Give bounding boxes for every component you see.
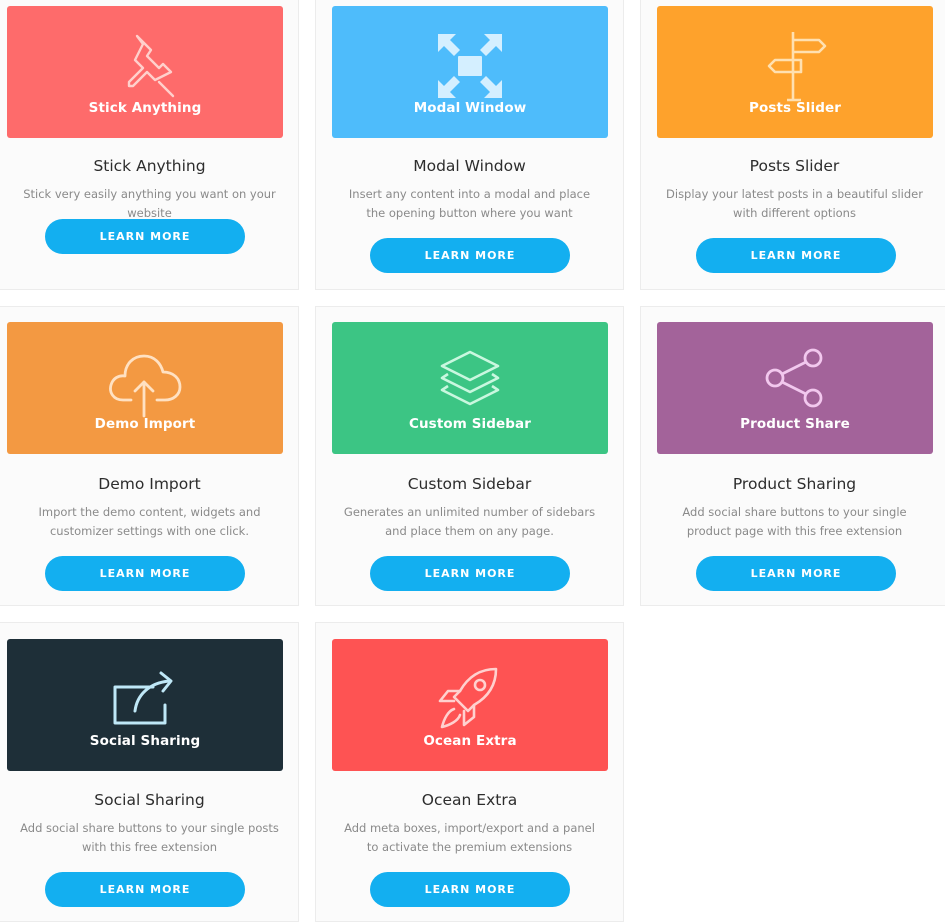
- extension-card-social-sharing: Social Sharing Social Sharing Add social…: [0, 622, 299, 922]
- card-description: Add social share buttons to your single …: [682, 505, 907, 538]
- card-title: Custom Sidebar: [407, 475, 532, 493]
- layers-icon: [440, 350, 500, 406]
- card-banner[interactable]: Custom Sidebar: [332, 322, 608, 454]
- extension-card-modal-window: Modal Window Modal Window Insert any con…: [315, 0, 624, 290]
- card-description: Insert any content into a modal and plac…: [348, 187, 591, 220]
- signpost-icon: [767, 32, 827, 102]
- card-title: Modal Window: [413, 157, 526, 175]
- card-title: Stick Anything: [93, 157, 206, 175]
- extension-card-product-sharing: Product Share Product Sharing Add social…: [640, 306, 945, 606]
- card-title: Demo Import: [98, 475, 201, 493]
- pushpin-icon: [127, 34, 175, 98]
- extension-card-custom-sidebar: Custom Sidebar Custom Sidebar Generates …: [315, 306, 624, 606]
- learn-more-button[interactable]: LEARN MORE: [45, 219, 245, 254]
- card-banner[interactable]: Ocean Extra: [332, 639, 608, 771]
- card-description: Display your latest posts in a beautiful…: [666, 187, 923, 220]
- card-banner[interactable]: Stick Anything: [7, 6, 283, 138]
- learn-more-button[interactable]: LEARN MORE: [370, 556, 570, 591]
- extension-card-posts-slider: Posts Slider Posts Slider Display your l…: [640, 0, 945, 290]
- banner-label: Modal Window: [413, 100, 527, 116]
- card-title: Ocean Extra: [421, 791, 518, 809]
- learn-more-button[interactable]: LEARN MORE: [45, 556, 245, 591]
- cloud-upload-icon: [109, 354, 182, 418]
- learn-more-button[interactable]: LEARN MORE: [696, 238, 896, 273]
- banner-label: Ocean Extra: [423, 733, 517, 749]
- banner-label: Posts Slider: [748, 100, 842, 116]
- share-nodes-icon: [765, 348, 823, 408]
- card-description: Add social share buttons to your single …: [20, 821, 279, 854]
- card-title: Product Sharing: [732, 475, 857, 493]
- learn-more-button[interactable]: LEARN MORE: [696, 556, 896, 591]
- card-banner[interactable]: Social Sharing: [7, 639, 283, 771]
- learn-more-button[interactable]: LEARN MORE: [370, 238, 570, 273]
- share-arrow-icon: [113, 671, 173, 725]
- card-description: Add meta boxes, import/export and a pane…: [344, 821, 595, 854]
- extension-card-demo-import: Demo Import Demo Import Import the demo …: [0, 306, 299, 606]
- rocket-icon: [438, 667, 498, 729]
- extension-card-stick-anything: Stick Anything Stick Anything Stick very…: [0, 0, 299, 290]
- card-banner[interactable]: Demo Import: [7, 322, 283, 454]
- card-title: Social Sharing: [94, 791, 205, 809]
- card-banner[interactable]: Modal Window: [332, 6, 608, 138]
- card-description: Generates an unlimited number of sidebar…: [343, 505, 596, 538]
- banner-label: Demo Import: [94, 416, 196, 432]
- card-banner[interactable]: Posts Slider: [657, 6, 933, 138]
- banner-label: Social Sharing: [89, 733, 201, 749]
- expand-arrows-icon: [438, 34, 502, 98]
- card-title: Posts Slider: [749, 157, 840, 175]
- learn-more-button[interactable]: LEARN MORE: [45, 872, 245, 907]
- card-description: Stick very easily anything you want on y…: [23, 187, 276, 220]
- card-banner[interactable]: Product Share: [657, 322, 933, 454]
- banner-label: Stick Anything: [88, 100, 202, 116]
- banner-label: Product Share: [740, 416, 850, 432]
- banner-label: Custom Sidebar: [408, 416, 532, 432]
- learn-more-button[interactable]: LEARN MORE: [370, 872, 570, 907]
- card-description: Import the demo content, widgets and cus…: [38, 505, 261, 538]
- extension-card-ocean-extra: Ocean Extra Ocean Extra Add meta boxes, …: [315, 622, 624, 922]
